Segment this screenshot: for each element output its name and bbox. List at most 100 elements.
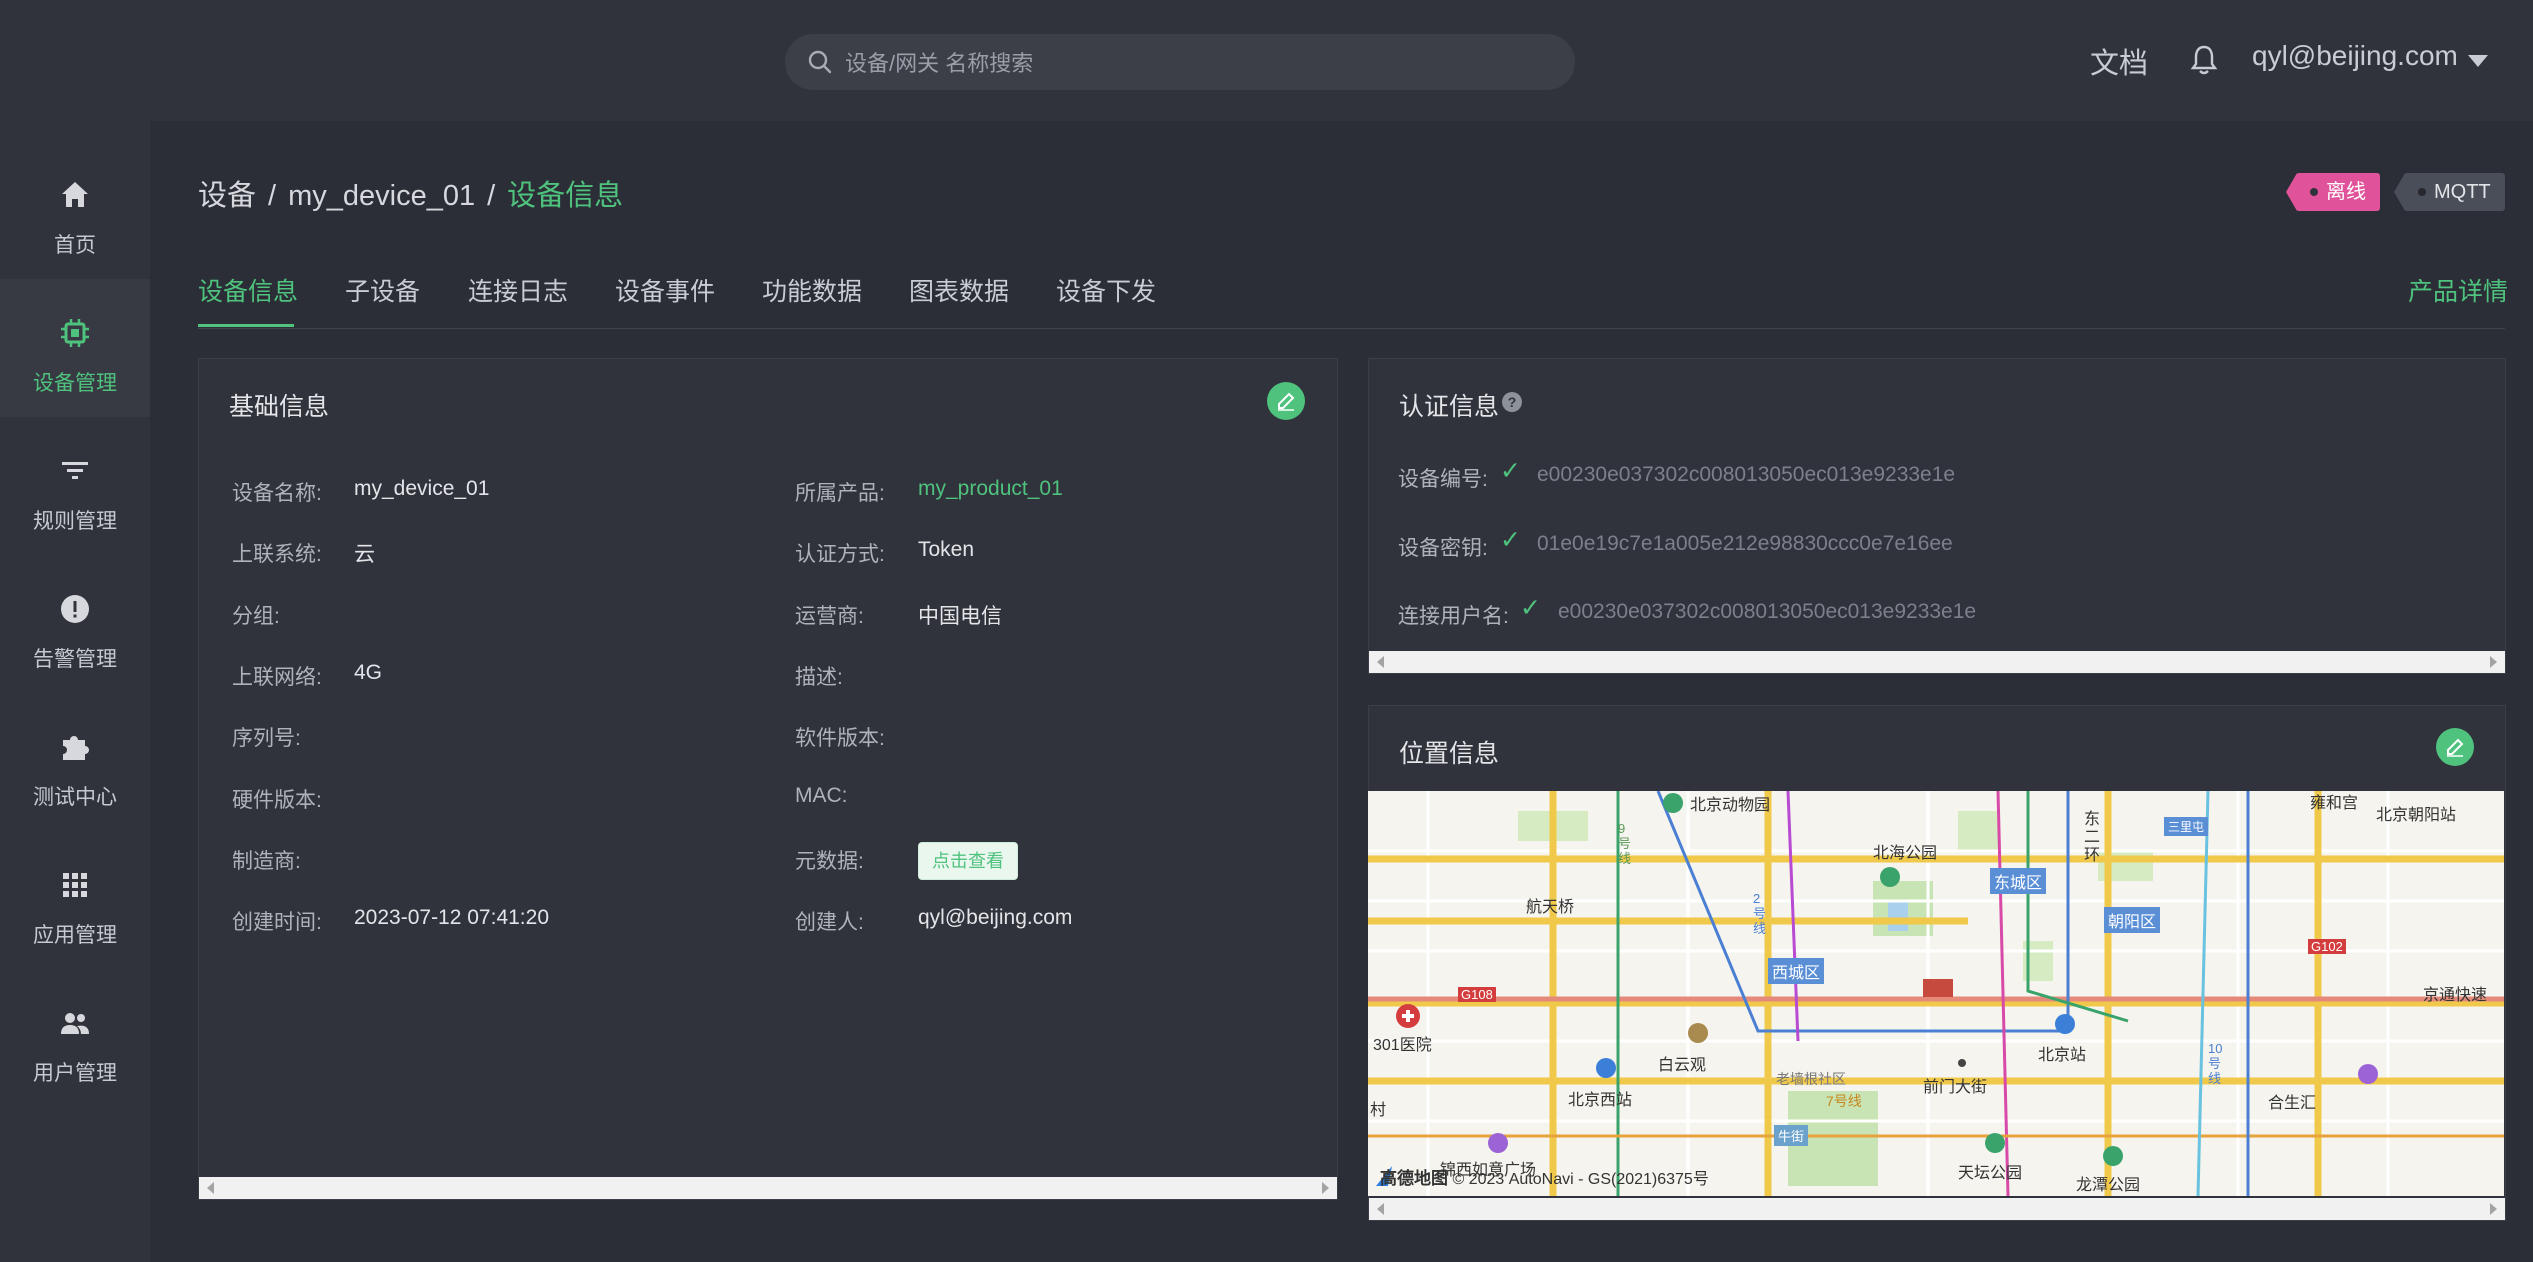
field-label: 制造商: [232, 850, 301, 873]
map-label: 白云观 [1658, 1057, 1707, 1074]
help-icon[interactable]: ? [1502, 392, 1522, 412]
map-label: 三里屯 [2164, 817, 2209, 836]
horizontal-scrollbar[interactable] [1369, 651, 2505, 673]
map-attribution: 高德地图 © 2023 AutoNavi - GS(2021)6375号 [1380, 1164, 1709, 1189]
field-label: 元数据: [795, 850, 864, 873]
map-label: 北海公园 [1873, 845, 1938, 862]
map-label: 北京动物园 [1690, 797, 1771, 814]
map-label: 301医院 [1373, 1037, 1432, 1054]
map-copyright: © 2023 AutoNavi - GS(2021)6375号 [1452, 1171, 1709, 1188]
map-label: 北京西站 [1568, 1092, 1633, 1109]
field-value: Token [918, 538, 975, 561]
field-label: 软件版本: [795, 727, 885, 750]
home-icon [62, 182, 88, 207]
road-shield: G108 [1458, 987, 1496, 1002]
field-value: my_device_01 [354, 477, 490, 500]
sidebar-item-app-management[interactable]: 应用管理 [0, 831, 150, 969]
tab-device-events[interactable]: 设备事件 [615, 272, 715, 308]
apps-grid-icon [63, 873, 87, 897]
auth-label: 设备编号: [1398, 468, 1488, 491]
field-label: 上联系统: [232, 543, 322, 566]
field-label: 认证方式: [795, 543, 885, 566]
tab-device-info[interactable]: 设备信息 [198, 272, 298, 308]
sidebar-item-label: 告警管理 [33, 648, 117, 671]
check-icon: ✓ [1500, 526, 1521, 554]
map-label: 前门大街 [1923, 1079, 1988, 1096]
puzzle-icon [63, 736, 89, 760]
tab-bar: 设备信息 子设备 连接日志 设备事件 功能数据 图表数据 设备下发 [198, 272, 2505, 329]
metro-line-label: 10号线 [2208, 1041, 2223, 1086]
sidebar-item-rule-management[interactable]: 规则管理 [0, 417, 150, 555]
tab-function-data[interactable]: 功能数据 [762, 272, 862, 308]
sidebar-item-test-center[interactable]: 测试中心 [0, 693, 150, 831]
protocol-badge: MQTT [2394, 173, 2505, 211]
breadcrumb: 设备 / my_device_01/设备信息 [198, 180, 624, 212]
search-icon [808, 50, 832, 74]
sidebar-item-label: 测试中心 [33, 786, 117, 809]
sidebar-item-label: 规则管理 [33, 510, 117, 533]
map-label: 北京站 [2038, 1047, 2087, 1064]
field-label: 运营商: [795, 605, 864, 628]
sidebar-item-alert-management[interactable]: 告警管理 [0, 555, 150, 693]
device-id-value: e00230e037302c008013050ec013e9233e1e [1537, 463, 1956, 486]
field-label: 描述: [795, 666, 843, 689]
field-label: 创建时间: [232, 911, 322, 934]
breadcrumb-root[interactable]: 设备 [198, 180, 256, 212]
search-bar[interactable]: 设备/网关 名称搜索 [785, 34, 1575, 90]
field-label: 设备名称: [232, 482, 322, 505]
card-title: 位置信息 [1399, 740, 1500, 768]
field-value: 中国电信 [918, 605, 1002, 628]
tab-sub-devices[interactable]: 子设备 [345, 272, 420, 308]
auth-label: 设备密钥: [1398, 537, 1488, 560]
horizontal-scrollbar[interactable] [1369, 1198, 2505, 1220]
sidebar-item-label: 首页 [54, 234, 96, 257]
horizontal-scrollbar[interactable] [199, 1177, 1337, 1199]
bell-icon[interactable] [2190, 44, 2218, 76]
sidebar-item-label: 应用管理 [33, 924, 117, 947]
sidebar-item-device-management[interactable]: 设备管理 [0, 279, 150, 417]
sidebar: 首页 设备管理 规则管理 告警管理 测试中心 应用管理 用户管理 [0, 121, 150, 1262]
field-value: qyl@beijing.com [918, 906, 1073, 929]
chevron-down-icon[interactable] [2468, 55, 2488, 67]
chip-icon [61, 319, 89, 347]
map-label: 天坛公园 [1958, 1165, 2023, 1182]
check-icon: ✓ [1520, 594, 1541, 622]
metro-station-label: 牛街 [1774, 1125, 1809, 1146]
product-detail-link[interactable]: 产品详情 [2408, 272, 2508, 308]
metro-line-label: 9号线 [1618, 821, 1632, 866]
field-value: 云 [354, 543, 375, 566]
auth-label: 连接用户名: [1398, 605, 1509, 628]
field-value: 4G [354, 661, 383, 684]
field-label: 序列号: [232, 727, 301, 750]
tab-chart-data[interactable]: 图表数据 [909, 272, 1009, 308]
edit-button[interactable] [2436, 728, 2474, 766]
map-label: 东二环 [2084, 811, 2101, 864]
edit-icon [2447, 738, 2464, 757]
user-menu[interactable]: qyl@beijing.com [2252, 40, 2458, 72]
edit-button[interactable] [1267, 382, 1305, 420]
sidebar-item-home[interactable]: 首页 [0, 141, 150, 279]
view-metadata-button[interactable]: 点击查看 [918, 842, 1018, 880]
docs-link[interactable]: 文档 [2090, 40, 2148, 82]
username-value: e00230e037302c008013050ec013e9233e1e [1558, 600, 1977, 623]
tab-connection-log[interactable]: 连接日志 [468, 272, 568, 308]
alert-icon [61, 595, 89, 623]
field-value: 2023-07-12 07:41:20 [354, 906, 549, 929]
active-tab-indicator [198, 324, 294, 327]
field-label: 上联网络: [232, 666, 322, 689]
breadcrumb-current: 设备信息 [507, 180, 624, 212]
card-title: 基础信息 [229, 393, 330, 421]
field-label: 硬件版本: [232, 789, 322, 812]
location-map[interactable]: 北京动物园 雍和宫 北京朝阳站 北海公园 东城区 朝阳区 西城区 航天桥 301… [1368, 791, 2504, 1196]
field-label: 所属产品: [795, 482, 885, 505]
product-link[interactable]: my_product_01 [918, 477, 1063, 501]
metro-line-label: 2号线 [1753, 891, 1767, 936]
search-input[interactable]: 设备/网关 名称搜索 [845, 46, 1033, 78]
status-badge-label: 离线 [2326, 181, 2366, 203]
tab-device-downlink[interactable]: 设备下发 [1056, 272, 1156, 308]
district-label: 东城区 [1990, 868, 2047, 894]
breadcrumb-device[interactable]: my_device_01 [288, 180, 475, 212]
filter-icon [62, 462, 88, 479]
sidebar-item-user-management[interactable]: 用户管理 [0, 969, 150, 1107]
protocol-badge-label: MQTT [2434, 181, 2491, 203]
